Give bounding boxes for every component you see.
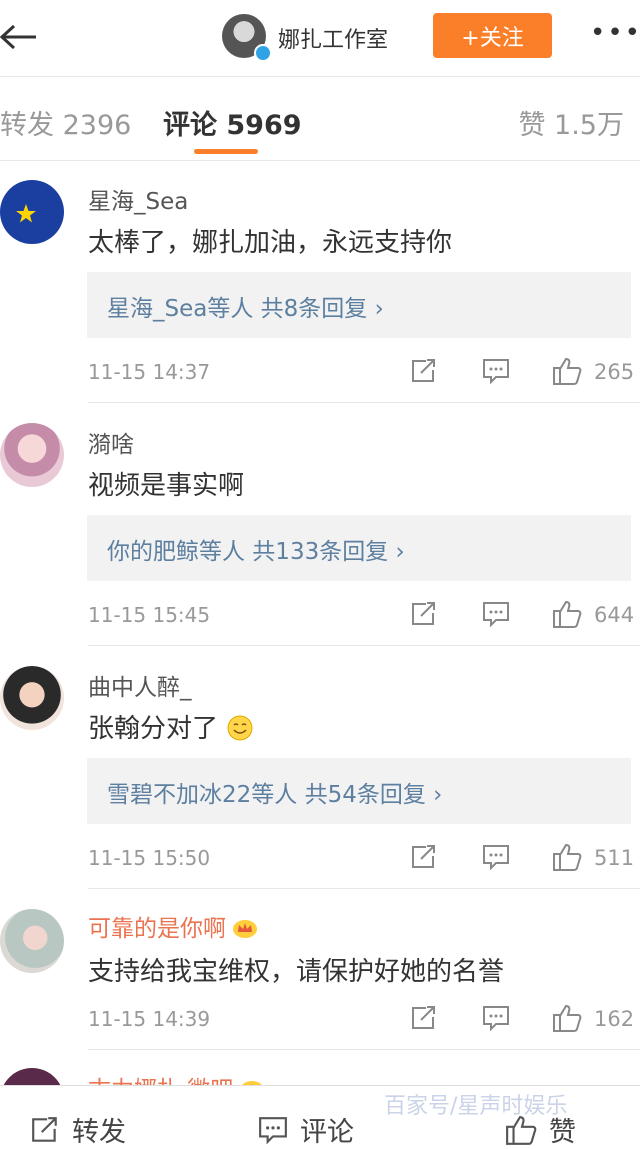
share-icon[interactable] <box>410 601 438 627</box>
tab-comment[interactable]: 评论 5969 <box>163 103 302 142</box>
comment-time: 11-15 15:50 <box>88 846 211 870</box>
like-icon[interactable] <box>552 599 582 629</box>
reply-summary-text: 星海_Sea等人 共8条回复 › <box>107 296 384 322</box>
page-title[interactable]: 娜扎工作室 <box>278 22 388 54</box>
comment-text: 太棒了，娜扎加油，永远支持你 <box>88 228 453 258</box>
comment-author[interactable]: 星海_Sea <box>88 182 188 216</box>
comment-button[interactable]: 评论 <box>258 1110 354 1149</box>
like-count: 644 <box>594 603 635 627</box>
comment-author[interactable]: 可靠的是你啊 <box>88 909 258 943</box>
reply-summary[interactable]: 星海_Sea等人 共8条回复 › <box>87 272 631 338</box>
repost-label: 转发 <box>72 1117 126 1148</box>
verified-badge-icon <box>254 44 272 62</box>
comment-item: 星海_Sea 太棒了，娜扎加油，永远支持你 星海_Sea等人 共8条回复 › 1… <box>0 160 640 403</box>
reply-icon[interactable] <box>482 844 510 870</box>
more-options-icon[interactable]: ••• <box>590 18 640 48</box>
follow-button[interactable]: +关注 <box>433 13 552 58</box>
comment-item: 可靠的是你啊 支持给我宝维权，请保护好她的名誉 11-15 14:39 162 <box>0 889 640 1049</box>
comment-item: 曲中人醉_ 张翰分对了 雪碧不加冰22等人 共54条回复 › 11-15 15:… <box>0 646 640 889</box>
reply-icon[interactable] <box>482 601 510 627</box>
top-bar: 娜扎工作室 +关注 ••• <box>0 0 640 77</box>
tab-bar: 转发 2396 评论 5969 赞 1.5万 <box>0 77 640 161</box>
avatar[interactable] <box>0 1068 64 1086</box>
comment-author[interactable]: 古力娜扎 微吧 <box>88 1070 265 1086</box>
reply-icon[interactable] <box>482 1005 510 1031</box>
share-icon[interactable] <box>410 844 438 870</box>
comment-author-name: 可靠的是你啊 <box>88 916 226 942</box>
comment-text: 视频是事实啊 <box>88 471 245 501</box>
active-tab-indicator <box>194 149 258 154</box>
avatar[interactable] <box>0 666 64 730</box>
like-icon[interactable] <box>552 356 582 386</box>
share-icon[interactable] <box>410 1005 438 1031</box>
like-count: 511 <box>594 846 635 870</box>
watermark: 百家号/星声时娱乐 <box>384 1094 568 1119</box>
share-icon[interactable] <box>410 358 438 384</box>
comment-icon <box>259 1116 287 1144</box>
like-count: 162 <box>594 1007 635 1031</box>
comment-time: 11-15 14:37 <box>88 360 211 384</box>
reply-summary-text: 你的肥鲸等人 共133条回复 › <box>107 539 405 565</box>
comment-text: 支持给我宝维权，请保护好她的名誉 <box>88 957 505 987</box>
reply-summary[interactable]: 你的肥鲸等人 共133条回复 › <box>87 515 631 581</box>
like-icon[interactable] <box>552 842 582 872</box>
star-icon <box>16 204 36 223</box>
reply-summary[interactable]: 雪碧不加冰22等人 共54条回复 › <box>87 758 631 824</box>
vip-crown-icon <box>233 920 257 938</box>
like-icon[interactable] <box>552 1003 582 1033</box>
back-arrow-icon[interactable] <box>0 22 40 52</box>
comment-text-content: 张翰分对了 <box>88 714 219 744</box>
comment-time: 11-15 15:45 <box>88 603 211 627</box>
repost-icon <box>32 1116 57 1142</box>
smile-emoji-icon <box>227 715 253 741</box>
comment-item: 漪啥 视频是事实啊 你的肥鲸等人 共133条回复 › 11-15 15:45 6… <box>0 403 640 646</box>
avatar[interactable] <box>0 909 64 973</box>
like-count: 265 <box>594 360 635 384</box>
comment-label: 评论 <box>300 1117 354 1148</box>
comment-author[interactable]: 漪啥 <box>88 425 134 459</box>
avatar[interactable] <box>0 180 64 244</box>
comment-item: 古力娜扎 微吧 <box>0 1050 640 1086</box>
reply-icon[interactable] <box>482 358 510 384</box>
avatar[interactable] <box>0 423 64 487</box>
comment-time: 11-15 14:39 <box>88 1007 211 1031</box>
tab-repost[interactable]: 转发 2396 <box>0 103 131 142</box>
comment-text: 张翰分对了 <box>88 708 254 745</box>
repost-button[interactable]: 转发 <box>30 1110 126 1149</box>
reply-summary-text: 雪碧不加冰22等人 共54条回复 › <box>107 782 443 808</box>
comment-author[interactable]: 曲中人醉_ <box>88 668 192 702</box>
tab-like[interactable]: 赞 1.5万 <box>518 103 624 142</box>
